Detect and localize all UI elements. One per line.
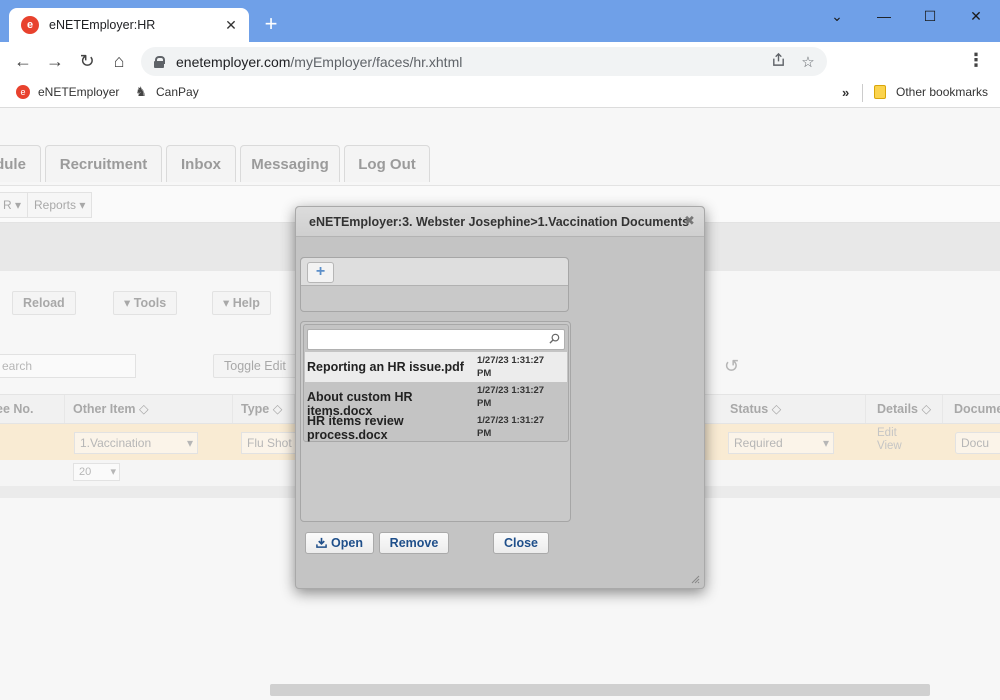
list-item[interactable]: HR items review process.docx 1/27/23 1:3… bbox=[305, 412, 567, 442]
forward-button[interactable]: → bbox=[42, 49, 68, 73]
window-close-button[interactable]: ✕ bbox=[954, 4, 998, 28]
browser-toolbar: ← → ↻ ⌂ enetemployer.com/myEmployer/face… bbox=[0, 42, 1000, 80]
files-panel: Reporting an HR issue.pdf 1/27/23 1:31:2… bbox=[300, 321, 571, 522]
upload-toolbar: + bbox=[301, 258, 568, 286]
tab-close-icon[interactable]: ✕ bbox=[221, 15, 241, 35]
browser-titlebar: e eNETEmployer:HR ✕ + ⌄ — ☐ ✕ bbox=[0, 0, 1000, 42]
add-file-button[interactable]: + bbox=[307, 262, 334, 283]
bookmark-canpay[interactable]: ♞ CanPay bbox=[134, 84, 199, 99]
close-button[interactable]: Close bbox=[493, 532, 549, 554]
enet-favicon-icon: e bbox=[21, 16, 39, 34]
file-date: 1/27/23 1:31:27 PM bbox=[477, 355, 545, 379]
bookmark-label: CanPay bbox=[156, 85, 199, 99]
upload-panel: + bbox=[300, 257, 569, 312]
search-icon bbox=[549, 333, 560, 344]
file-date: 1/27/23 1:31:27 PM bbox=[477, 385, 545, 409]
file-list: Reporting an HR issue.pdf 1/27/23 1:31:2… bbox=[303, 324, 569, 442]
folder-icon bbox=[874, 85, 886, 99]
list-item[interactable]: About custom HR items.docx 1/27/23 1:31:… bbox=[305, 382, 567, 418]
minimize-button[interactable]: — bbox=[862, 4, 906, 28]
bookmark-enetemployer[interactable]: e eNETEmployer bbox=[16, 85, 119, 99]
back-button[interactable]: ← bbox=[10, 49, 36, 73]
share-icon[interactable] bbox=[763, 52, 793, 71]
address-bar[interactable]: enetemployer.com/myEmployer/faces/hr.xht… bbox=[141, 47, 827, 76]
dialog-header[interactable]: eNETEmployer:3. Webster Josephine>1.Vacc… bbox=[296, 207, 704, 237]
url-text[interactable]: enetemployer.com/myEmployer/faces/hr.xht… bbox=[176, 54, 763, 70]
chrome-menu-icon[interactable]: ⋮ bbox=[966, 51, 986, 69]
resize-grip-icon[interactable] bbox=[691, 575, 700, 584]
home-button[interactable]: ⌂ bbox=[106, 49, 132, 73]
reload-button[interactable]: ↻ bbox=[74, 49, 100, 73]
enet-logo-icon: e bbox=[16, 85, 30, 99]
other-bookmarks[interactable]: Other bookmarks bbox=[874, 85, 988, 99]
browser-tab-active[interactable]: e eNETEmployer:HR ✕ bbox=[9, 8, 249, 42]
download-icon bbox=[316, 537, 327, 548]
list-item[interactable]: Reporting an HR issue.pdf 1/27/23 1:31:2… bbox=[305, 352, 567, 382]
file-name: Reporting an HR issue.pdf bbox=[307, 360, 464, 374]
open-button[interactable]: Open bbox=[305, 532, 374, 554]
bookmark-star-icon[interactable]: ☆ bbox=[793, 53, 823, 71]
bookmarks-divider bbox=[862, 84, 863, 102]
bookmarks-bar: e eNETEmployer ♞ CanPay » Other bookmark… bbox=[0, 80, 1000, 108]
canpay-icon: ♞ bbox=[134, 84, 148, 99]
open-label: Open bbox=[331, 536, 363, 550]
dialog-title: eNETEmployer:3. Webster Josephine>1.Vacc… bbox=[309, 215, 690, 229]
file-date: 1/27/23 1:31:27 PM bbox=[477, 415, 545, 439]
file-filter-input[interactable] bbox=[307, 329, 565, 350]
maximize-button[interactable]: ☐ bbox=[908, 4, 952, 28]
bookmark-label: eNETEmployer bbox=[38, 85, 120, 99]
dialog-close-icon[interactable]: ✖ bbox=[684, 213, 695, 229]
bookmarks-overflow-icon[interactable]: » bbox=[842, 85, 849, 100]
tab-search-icon[interactable]: ⌄ bbox=[815, 4, 859, 28]
documents-dialog: eNETEmployer:3. Webster Josephine>1.Vacc… bbox=[295, 206, 705, 589]
new-tab-button[interactable]: + bbox=[260, 13, 282, 36]
tab-title: eNETEmployer:HR bbox=[49, 18, 156, 32]
lock-icon[interactable] bbox=[154, 55, 165, 68]
other-bookmarks-label: Other bookmarks bbox=[896, 85, 989, 99]
file-name: HR items review process.docx bbox=[307, 414, 404, 442]
remove-button[interactable]: Remove bbox=[379, 532, 449, 554]
